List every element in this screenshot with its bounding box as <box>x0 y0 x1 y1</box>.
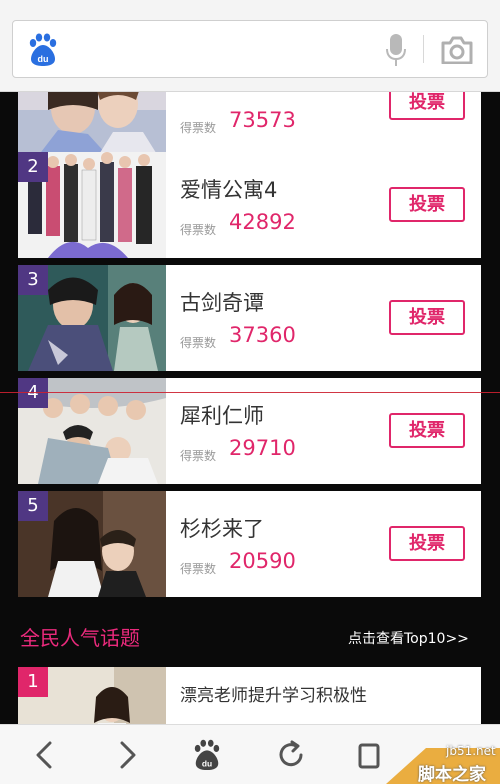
rank-badge: 3 <box>18 265 48 295</box>
back-icon[interactable] <box>30 739 60 771</box>
drama-title[interactable]: 杉杉来了 <box>180 513 264 543</box>
watermark-site: jb51.net <box>446 744 496 758</box>
drama-card[interactable]: 3 古剑奇谭 得票数 37360 投票 <box>18 265 481 371</box>
drama-poster[interactable]: 2 <box>18 152 166 258</box>
svg-text:du: du <box>202 758 212 768</box>
votes-label: 得票数 <box>180 449 217 463</box>
tabs-icon[interactable] <box>356 739 386 771</box>
microphone-icon[interactable] <box>385 34 407 68</box>
vote-button[interactable]: 投票 <box>389 92 465 120</box>
vote-count: 29710 <box>229 436 296 460</box>
votes-label: 得票数 <box>180 121 217 135</box>
votes-label: 得票数 <box>180 223 217 237</box>
forward-icon[interactable] <box>112 739 142 771</box>
rank-badge: 4 <box>18 378 48 408</box>
drama-poster[interactable]: 3 <box>18 265 166 371</box>
watermark-name: 脚本之家 <box>418 765 486 784</box>
vote-button[interactable]: 投票 <box>389 300 465 335</box>
top10-link[interactable]: 点击查看Top10>> <box>348 628 469 648</box>
topic-title[interactable]: 漂亮老师提升学习积极性 <box>180 681 367 706</box>
svg-text:du: du <box>38 54 49 64</box>
refresh-icon[interactable] <box>276 739 306 771</box>
drama-card[interactable]: 4 犀利仁师 得票数 29710 投票 <box>18 378 481 484</box>
drama-title[interactable]: 爱情公寓4 <box>180 174 277 204</box>
drama-poster[interactable] <box>18 92 166 156</box>
vote-count: 37360 <box>229 323 296 347</box>
rank-badge: 1 <box>18 667 48 697</box>
vote-button[interactable]: 投票 <box>389 526 465 561</box>
search-bar: du <box>0 0 500 92</box>
divider-line <box>0 392 500 393</box>
baidu-home-icon[interactable]: du <box>192 739 222 771</box>
votes-label: 得票数 <box>180 336 217 350</box>
topic-image[interactable]: 1 <box>18 667 166 724</box>
drama-card[interactable]: 2 爱情公寓4 得票数 42892 投票 <box>18 152 481 258</box>
vote-count: 42892 <box>229 210 296 234</box>
rank-badge: 5 <box>18 491 48 521</box>
camera-icon[interactable] <box>441 36 473 64</box>
vote-button[interactable]: 投票 <box>389 187 465 222</box>
section-title: 全民人气话题 <box>20 626 140 650</box>
drama-title[interactable]: 古剑奇谭 <box>180 287 264 317</box>
baidu-paw-icon[interactable]: du <box>27 33 59 67</box>
content-area[interactable]: 得票数 73573 投票 2 爱情公寓4 得票数 42892 投票 3 古剑奇谭… <box>0 92 500 724</box>
divider <box>423 35 424 63</box>
vote-button[interactable]: 投票 <box>389 413 465 448</box>
votes-label: 得票数 <box>180 562 217 576</box>
drama-card[interactable]: 5 杉杉来了 得票数 20590 投票 <box>18 491 481 597</box>
search-input[interactable]: du <box>12 20 488 78</box>
drama-poster[interactable]: 5 <box>18 491 166 597</box>
drama-title[interactable]: 犀利仁师 <box>180 400 264 430</box>
vote-count: 73573 <box>229 108 296 132</box>
topic-card[interactable]: 1 漂亮老师提升学习积极性 <box>18 667 481 724</box>
rank-badge: 2 <box>18 152 48 182</box>
vote-count: 20590 <box>229 549 296 573</box>
drama-card[interactable]: 得票数 73573 投票 <box>18 92 481 156</box>
drama-poster[interactable]: 4 <box>18 378 166 484</box>
